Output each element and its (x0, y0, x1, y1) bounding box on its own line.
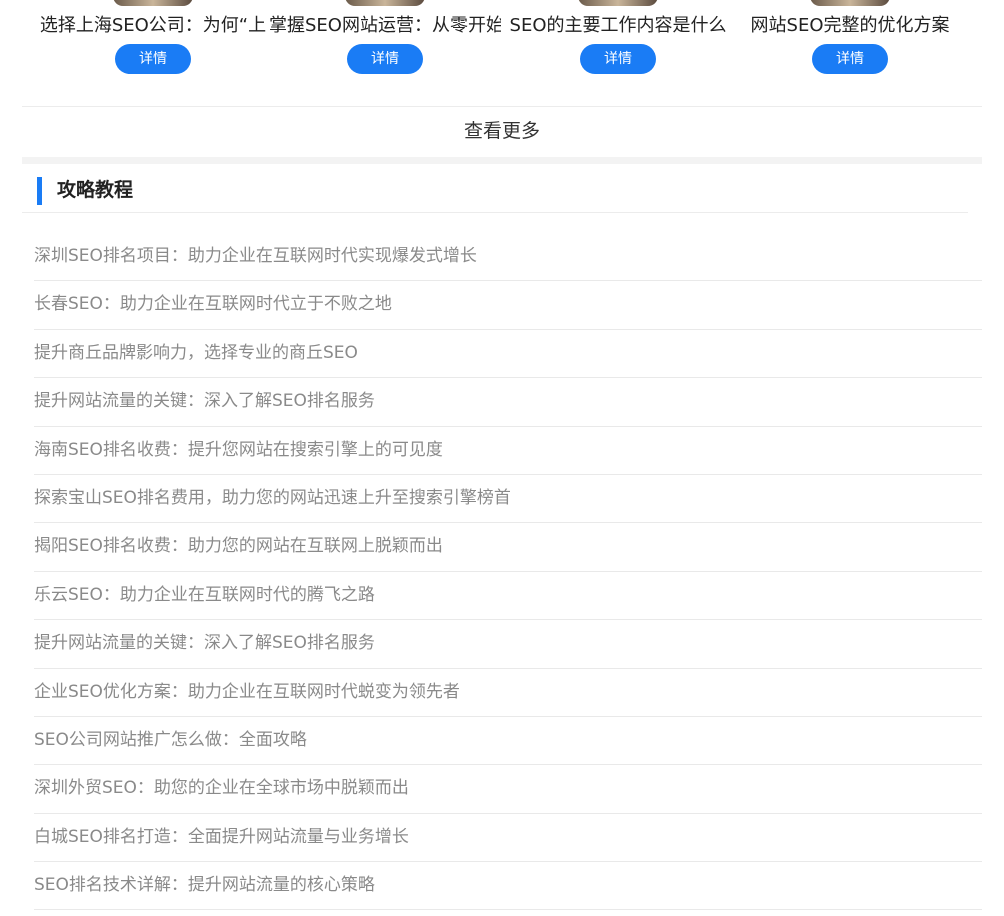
list-item[interactable]: 海南SEO排名收费：提升您网站在搜索引擎上的可见度 (34, 427, 982, 475)
list-item[interactable]: 提升商丘品牌影响力，选择专业的商丘SEO (34, 330, 982, 379)
article-link[interactable]: 长春SEO：助力企业在互联网时代立于不败之地 (34, 294, 392, 314)
article-link[interactable]: 提升商丘品牌影响力，选择专业的商丘SEO (34, 343, 358, 363)
article-link[interactable]: SEO排名技术详解：提升网站流量的核心策略 (34, 875, 375, 895)
page: 选择上海SEO公司：为何“上 详情 掌握SEO网站运营：从零开始 详情 SEO的… (0, 0, 1004, 916)
article-link[interactable]: 白城SEO排名打造：全面提升网站流量与业务增长 (34, 827, 409, 847)
list-item[interactable]: 长春SEO：助力企业在互联网时代立于不败之地 (34, 281, 982, 330)
article-link[interactable]: 企业SEO优化方案：助力企业在互联网时代蜕变为领先者 (34, 682, 460, 702)
details-button[interactable]: 详情 (115, 44, 191, 74)
article-link[interactable]: 提升网站流量的关键：深入了解SEO排名服务 (34, 391, 375, 411)
card-title[interactable]: 网站SEO完整的优化方案 (734, 13, 966, 39)
section-title: 攻略教程 (57, 179, 134, 201)
section-header: 攻略教程 (22, 164, 968, 213)
article-link[interactable]: 揭阳SEO排名收费：助力您的网站在互联网上脱颖而出 (34, 536, 443, 556)
article-card[interactable]: SEO的主要工作内容是什么 详情 (502, 0, 734, 106)
card-title[interactable]: 掌握SEO网站运营：从零开始 (269, 13, 501, 39)
list-item[interactable]: 深圳外贸SEO：助您的企业在全球市场中脱颖而出 (34, 765, 982, 814)
details-button[interactable]: 详情 (580, 44, 656, 74)
list-item[interactable]: 探索宝山SEO排名费用，助力您的网站迅速上升至搜索引擎榜首 (34, 475, 982, 524)
card-thumbnail[interactable] (113, 0, 193, 6)
article-card[interactable]: 网站SEO完整的优化方案 详情 (734, 0, 966, 106)
section-divider (22, 157, 982, 164)
card-thumbnail[interactable] (345, 0, 425, 6)
list-item[interactable]: SEO公司网站推广怎么做：全面攻略 (34, 717, 982, 766)
article-card[interactable]: 选择上海SEO公司：为何“上 详情 (37, 0, 269, 106)
article-link[interactable]: 深圳SEO排名项目：助力企业在互联网时代实现爆发式增长 (34, 246, 477, 266)
card-thumbnail[interactable] (578, 0, 658, 6)
details-button[interactable]: 详情 (812, 44, 888, 74)
article-link[interactable]: 乐云SEO：助力企业在互联网时代的腾飞之路 (34, 585, 375, 605)
guide-article-list: 深圳SEO排名项目：助力企业在互联网时代实现爆发式增长 长春SEO：助力企业在互… (34, 233, 982, 911)
list-item[interactable]: 揭阳SEO排名收费：助力您的网站在互联网上脱颖而出 (34, 523, 982, 572)
card-title[interactable]: 选择上海SEO公司：为何“上 (37, 13, 269, 39)
card-title[interactable]: SEO的主要工作内容是什么 (502, 13, 734, 39)
view-more-link[interactable]: 查看更多 (22, 106, 982, 157)
list-item[interactable]: 乐云SEO：助力企业在互联网时代的腾飞之路 (34, 572, 982, 621)
list-item[interactable]: SEO排名技术详解：提升网站流量的核心策略 (34, 862, 982, 911)
card-thumbnail[interactable] (810, 0, 890, 6)
list-item[interactable]: 深圳SEO排名项目：助力企业在互联网时代实现爆发式增长 (34, 233, 982, 282)
article-link[interactable]: SEO公司网站推广怎么做：全面攻略 (34, 730, 307, 750)
article-link[interactable]: 海南SEO排名收费：提升您网站在搜索引擎上的可见度 (34, 440, 443, 460)
article-link[interactable]: 探索宝山SEO排名费用，助力您的网站迅速上升至搜索引擎榜首 (34, 488, 511, 508)
article-link[interactable]: 深圳外贸SEO：助您的企业在全球市场中脱颖而出 (34, 778, 409, 798)
section-accent-bar (37, 177, 42, 205)
list-item[interactable]: 提升网站流量的关键：深入了解SEO排名服务 (34, 378, 982, 427)
article-card-strip: 选择上海SEO公司：为何“上 详情 掌握SEO网站运营：从零开始 详情 SEO的… (0, 0, 1004, 106)
list-item[interactable]: 提升网站流量的关键：深入了解SEO排名服务 (34, 620, 982, 669)
article-link[interactable]: 提升网站流量的关键：深入了解SEO排名服务 (34, 633, 375, 653)
list-item[interactable]: 白城SEO排名打造：全面提升网站流量与业务增长 (34, 814, 982, 863)
list-item[interactable]: 企业SEO优化方案：助力企业在互联网时代蜕变为领先者 (34, 669, 982, 717)
article-card[interactable]: 掌握SEO网站运营：从零开始 详情 (269, 0, 501, 106)
details-button[interactable]: 详情 (347, 44, 423, 74)
